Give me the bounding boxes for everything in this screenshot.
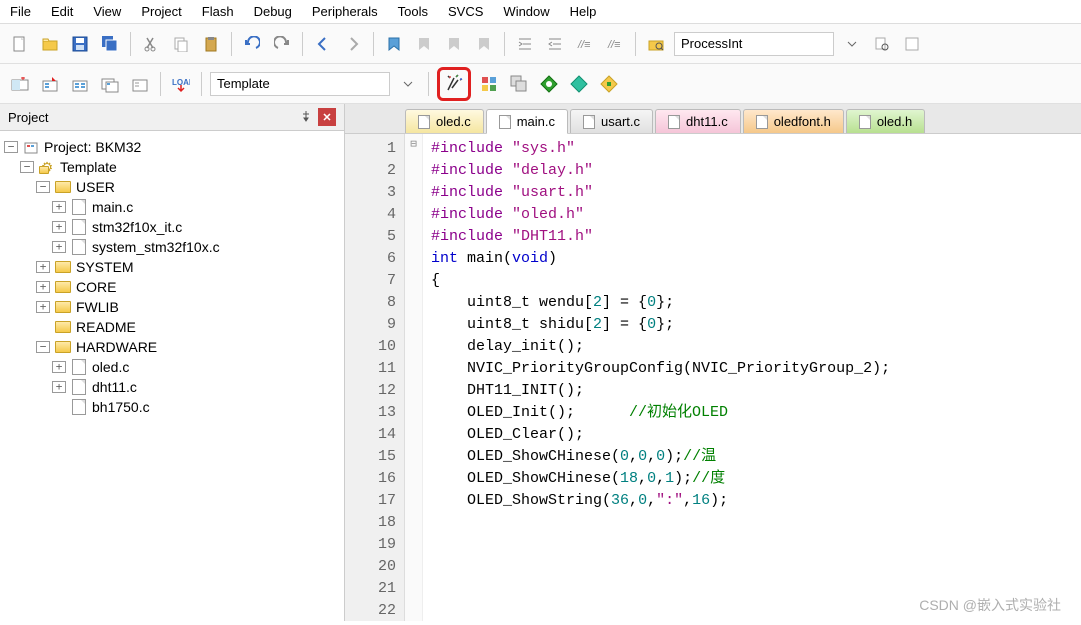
tree-system-folder[interactable]: +SYSTEM — [36, 257, 340, 277]
batch-build-icon[interactable] — [98, 72, 122, 96]
download-icon[interactable]: LOAD — [169, 72, 193, 96]
line-gutter: 123456789101112131415161718192021222324 — [345, 134, 405, 621]
bookmark-prev-icon[interactable] — [412, 32, 436, 56]
manage-rte-icon[interactable] — [537, 72, 561, 96]
stop-build-icon[interactable] — [128, 72, 152, 96]
file-icon — [499, 115, 511, 129]
manage-project-icon[interactable] — [477, 72, 501, 96]
main-area: Project ✕ −Project: BKM32 −⚙Template −US… — [0, 104, 1081, 621]
file-icon — [859, 115, 871, 129]
tree-file[interactable]: +dht11.c — [52, 377, 340, 397]
bookmark-next-icon[interactable] — [442, 32, 466, 56]
bookmark-toggle-icon[interactable] — [382, 32, 406, 56]
tree-template[interactable]: −⚙Template — [20, 157, 340, 177]
pin-icon[interactable] — [298, 108, 314, 124]
file-icon — [583, 115, 595, 129]
tree-hardware-folder[interactable]: −HARDWARE — [36, 337, 340, 357]
file-icon — [668, 115, 680, 129]
code-editor[interactable]: 123456789101112131415161718192021222324 … — [345, 134, 1081, 621]
undo-icon[interactable] — [240, 32, 264, 56]
open-folder-icon[interactable] — [38, 32, 62, 56]
options-highlighted — [437, 67, 471, 101]
outdent-icon[interactable] — [543, 32, 567, 56]
nav-forward-icon[interactable] — [341, 32, 365, 56]
svg-text://≡: //≡ — [577, 39, 591, 51]
build-target-icon[interactable] — [38, 72, 62, 96]
menu-flash[interactable]: Flash — [202, 4, 234, 19]
uncomment-icon[interactable]: //≡ — [603, 32, 627, 56]
cut-icon[interactable] — [139, 32, 163, 56]
bookmark-clear-icon[interactable] — [472, 32, 496, 56]
tree-file[interactable]: bh1750.c — [52, 397, 340, 417]
multi-project-icon[interactable] — [507, 72, 531, 96]
watermark: CSDN @嵌入式实验社 — [919, 595, 1061, 615]
menu-svcs[interactable]: SVCS — [448, 4, 483, 19]
tab-usart-c[interactable]: usart.c — [570, 109, 653, 133]
rebuild-icon[interactable] — [68, 72, 92, 96]
toolbar-1: //≡ //≡ — [0, 24, 1081, 64]
code-content[interactable]: #include "sys.h"#include "delay.h"#inclu… — [423, 134, 1081, 621]
translate-icon[interactable] — [8, 72, 32, 96]
menu-edit[interactable]: Edit — [51, 4, 73, 19]
fold-column[interactable]: ⊟ — [405, 134, 423, 621]
file-icon — [418, 115, 430, 129]
redo-icon[interactable] — [270, 32, 294, 56]
menu-debug[interactable]: Debug — [254, 4, 292, 19]
search-dropdown-icon[interactable] — [840, 32, 864, 56]
save-all-icon[interactable] — [98, 32, 122, 56]
comment-icon[interactable]: //≡ — [573, 32, 597, 56]
menu-project[interactable]: Project — [141, 4, 181, 19]
tab-oled-c[interactable]: oled.c — [405, 109, 484, 133]
find-icon[interactable] — [644, 32, 668, 56]
tree-readme-folder[interactable]: README — [36, 317, 340, 337]
tree-file[interactable]: +main.c — [52, 197, 340, 217]
toolbar-2: LOAD — [0, 64, 1081, 104]
svg-text://≡: //≡ — [607, 39, 621, 51]
menu-peripherals[interactable]: Peripherals — [312, 4, 378, 19]
project-panel-header: Project ✕ — [0, 104, 344, 131]
incremental-find-icon[interactable] — [900, 32, 924, 56]
tab-oledfont-h[interactable]: oledfont.h — [743, 109, 844, 133]
menu-tools[interactable]: Tools — [398, 4, 428, 19]
nav-back-icon[interactable] — [311, 32, 335, 56]
tab-main-c[interactable]: main.c — [486, 109, 568, 134]
indent-icon[interactable] — [513, 32, 537, 56]
save-icon[interactable] — [68, 32, 92, 56]
editor-area: oled.cmain.cusart.cdht11.coledfont.holed… — [345, 104, 1081, 621]
project-panel-title: Project — [8, 110, 48, 125]
target-dropdown-icon[interactable] — [396, 72, 420, 96]
project-tree[interactable]: −Project: BKM32 −⚙Template −USER +main.c… — [0, 131, 344, 621]
menu-bar: File Edit View Project Flash Debug Peripherals… — [0, 0, 1081, 24]
project-panel: Project ✕ −Project: BKM32 −⚙Template −US… — [0, 104, 345, 621]
editor-tabs: oled.cmain.cusart.cdht11.coledfont.holed… — [345, 104, 1081, 134]
find-in-files-icon[interactable] — [870, 32, 894, 56]
new-file-icon[interactable] — [8, 32, 32, 56]
target-select[interactable] — [210, 72, 390, 96]
menu-view[interactable]: View — [93, 4, 121, 19]
pack-installer-icon[interactable] — [597, 72, 621, 96]
close-panel-icon[interactable]: ✕ — [318, 108, 336, 126]
tree-user-folder[interactable]: −USER — [36, 177, 340, 197]
menu-file[interactable]: File — [10, 4, 31, 19]
target-options-icon[interactable] — [442, 72, 466, 96]
tree-file[interactable]: +system_stm32f10x.c — [52, 237, 340, 257]
menu-help[interactable]: Help — [570, 4, 597, 19]
select-packs-icon[interactable] — [567, 72, 591, 96]
tree-root[interactable]: −Project: BKM32 — [4, 137, 340, 157]
file-icon — [756, 115, 768, 129]
search-input[interactable] — [674, 32, 834, 56]
tree-file[interactable]: +oled.c — [52, 357, 340, 377]
paste-icon[interactable] — [199, 32, 223, 56]
tab-oled-h[interactable]: oled.h — [846, 109, 925, 133]
tree-fwlib-folder[interactable]: +FWLIB — [36, 297, 340, 317]
tree-core-folder[interactable]: +CORE — [36, 277, 340, 297]
menu-window[interactable]: Window — [503, 4, 549, 19]
copy-icon[interactable] — [169, 32, 193, 56]
tree-file[interactable]: +stm32f10x_it.c — [52, 217, 340, 237]
tab-dht11-c[interactable]: dht11.c — [655, 109, 741, 133]
